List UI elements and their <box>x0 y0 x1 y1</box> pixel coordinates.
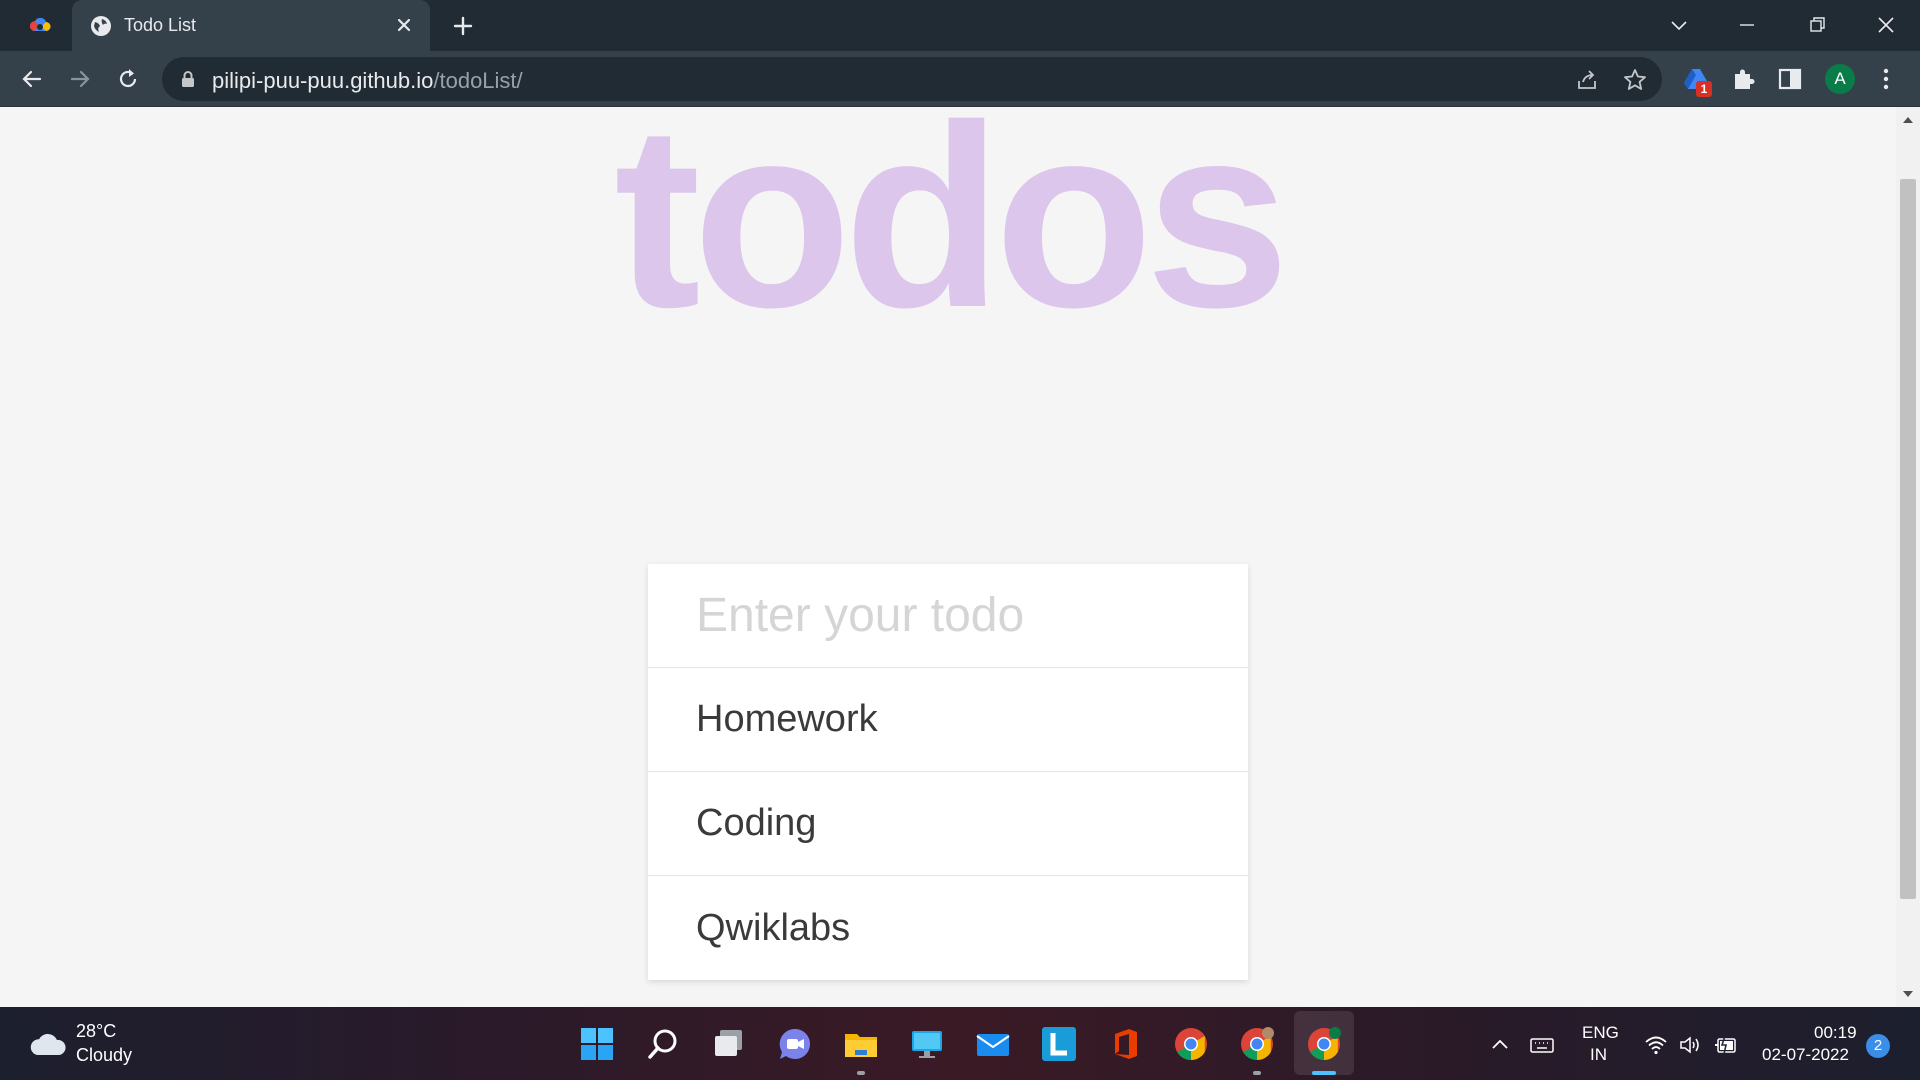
notification-count-badge[interactable]: 2 <box>1866 1034 1890 1058</box>
browser-toolbar: pilipi-puu-puu.github.io/todoList/ 1 A <box>0 51 1920 107</box>
chrome-profile-icon[interactable] <box>1239 1026 1275 1062</box>
vertical-scrollbar[interactable] <box>1896 107 1920 1007</box>
wifi-icon[interactable] <box>1644 1033 1668 1057</box>
scrollbar-thumb[interactable] <box>1900 179 1916 899</box>
forward-icon[interactable] <box>66 65 94 93</box>
scroll-down-arrow-icon[interactable] <box>1902 989 1914 999</box>
profile-avatar[interactable]: A <box>1825 64 1855 94</box>
running-indicator <box>1253 1071 1261 1075</box>
windows-start-icon[interactable] <box>579 1026 615 1062</box>
browser-tab-bar: Todo List <box>0 0 1920 51</box>
bookmark-star-icon[interactable] <box>1622 67 1648 93</box>
extensions-puzzle-icon[interactable] <box>1730 65 1758 93</box>
chrome-icon[interactable] <box>1173 1026 1209 1062</box>
side-panel-icon[interactable] <box>1776 65 1804 93</box>
close-tab-icon[interactable] <box>392 13 416 37</box>
tab-search-chevron-icon[interactable] <box>1664 10 1694 40</box>
language-indicator[interactable]: ENG <box>1582 1023 1619 1043</box>
todo-card: Homework Coding Qwiklabs <box>648 564 1248 980</box>
page-heading: todos <box>614 107 1290 362</box>
clock-time[interactable]: 00:19 <box>1814 1023 1857 1043</box>
language-region[interactable]: IN <box>1590 1045 1607 1065</box>
keyboard-icon[interactable] <box>1530 1033 1554 1057</box>
globe-icon <box>91 16 111 36</box>
chevron-up-icon[interactable] <box>1488 1033 1512 1057</box>
scroll-up-arrow-icon[interactable] <box>1902 115 1914 125</box>
todo-list: Homework Coding Qwiklabs <box>648 668 1248 980</box>
remote-desktop-icon[interactable] <box>909 1026 945 1062</box>
page-content: todos Homework Coding Qwiklabs <box>0 107 1896 1007</box>
reload-icon[interactable] <box>114 65 142 93</box>
windows-taskbar: 28°C Cloudy ENG IN 00:19 02-07-2022 2 <box>0 1007 1920 1080</box>
office-icon[interactable] <box>1107 1026 1143 1062</box>
address-bar[interactable]: pilipi-puu-puu.github.io/todoList/ <box>162 57 1662 101</box>
search-icon[interactable] <box>645 1026 681 1062</box>
tab-todo-list[interactable]: Todo List <box>72 0 430 51</box>
weather-description[interactable]: Cloudy <box>76 1045 132 1066</box>
todo-input[interactable] <box>648 564 1248 668</box>
close-window-icon[interactable] <box>1871 10 1901 40</box>
restore-icon[interactable] <box>1802 10 1832 40</box>
chrome-active-icon[interactable] <box>1306 1026 1342 1062</box>
minimize-icon[interactable] <box>1732 10 1762 40</box>
app-l-icon[interactable] <box>1041 1026 1077 1062</box>
back-icon[interactable] <box>18 65 46 93</box>
task-view-icon[interactable] <box>711 1026 747 1062</box>
volume-icon[interactable] <box>1678 1033 1702 1057</box>
file-explorer-icon[interactable] <box>843 1026 879 1062</box>
running-indicator <box>857 1071 865 1075</box>
lock-icon[interactable] <box>180 70 196 88</box>
url-domain: pilipi-puu-puu.github.io <box>212 68 434 93</box>
url-text[interactable]: pilipi-puu-puu.github.io/todoList/ <box>212 68 523 94</box>
extension-badge: 1 <box>1696 81 1712 97</box>
active-indicator <box>1312 1071 1336 1075</box>
todo-item[interactable]: Coding <box>648 772 1248 876</box>
share-icon[interactable] <box>1574 67 1600 93</box>
battery-charging-icon[interactable] <box>1714 1033 1738 1057</box>
new-tab-icon[interactable] <box>450 13 476 39</box>
tab-title: Todo List <box>124 15 197 35</box>
more-menu-icon[interactable] <box>1872 65 1900 93</box>
todo-item[interactable]: Homework <box>648 668 1248 772</box>
clock-date[interactable]: 02-07-2022 <box>1762 1045 1849 1065</box>
teams-chat-icon[interactable] <box>777 1026 813 1062</box>
todo-item[interactable]: Qwiklabs <box>648 876 1248 980</box>
mail-icon[interactable] <box>975 1026 1011 1062</box>
cloud-icon[interactable] <box>28 1031 68 1057</box>
url-path: /todoList/ <box>433 68 523 93</box>
cloud-shell-icon[interactable] <box>28 14 52 38</box>
weather-temperature[interactable]: 28°C <box>76 1021 116 1042</box>
